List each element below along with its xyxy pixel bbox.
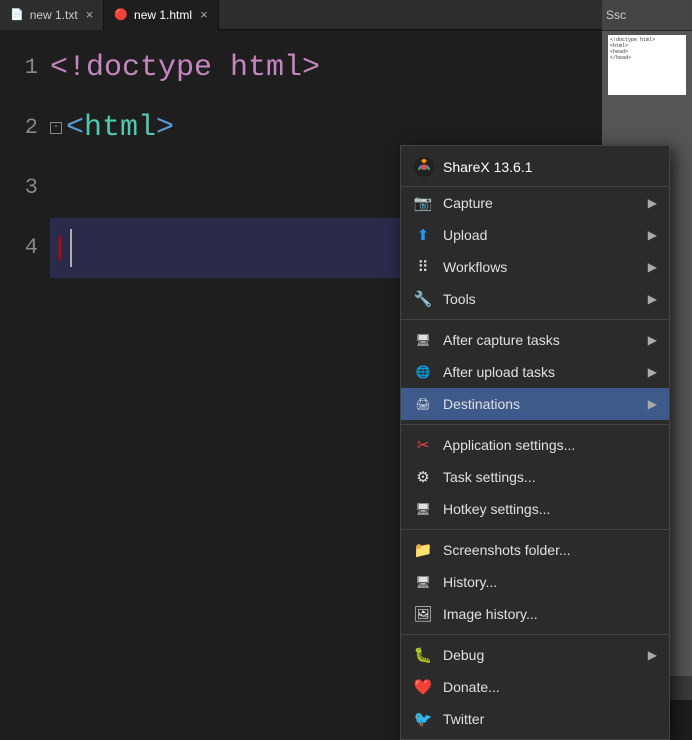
separator-4 [401,634,669,635]
twitter-label: Twitter [443,711,657,727]
menu-item-app-settings[interactable]: ✂ Application settings... [401,429,669,461]
tab-bar: 📄 new 1.txt × 🔴 new 1.html × [0,0,692,30]
menu-item-image-history[interactable]: 🖼 Image history... [401,598,669,630]
menu-item-tools[interactable]: 🔧 Tools ▶ [401,283,669,315]
cursor [70,229,72,267]
separator-1 [401,319,669,320]
separator-3 [401,529,669,530]
menu-header: ShareX 13.6.1 [401,150,669,187]
menu-item-donate[interactable]: ❤️ Donate... [401,671,669,703]
history-label: History... [443,574,657,590]
destinations-icon: 🖨 [413,394,433,414]
task-settings-icon: ⚙ [413,467,433,487]
upload-icon: ⬆ [413,225,433,245]
tab-txt-close[interactable]: × [86,7,94,22]
destinations-label: Destinations [443,396,638,412]
tools-label: Tools [443,291,638,307]
donate-icon: ❤️ [413,677,433,697]
task-settings-label: Task settings... [443,469,657,485]
donate-label: Donate... [443,679,657,695]
sharex-logo-icon [413,156,435,178]
workflows-arrow: ▶ [648,260,657,274]
html-open-bracket: < [66,98,84,158]
tools-arrow: ▶ [648,292,657,306]
after-capture-arrow: ▶ [648,333,657,347]
image-history-icon: 🖼 [413,604,433,624]
line-num-2: 2 [0,98,38,158]
line-numbers: 1 2 3 4 [0,34,50,278]
capture-arrow: ▶ [648,196,657,210]
workflows-icon: ⠿ [413,257,433,277]
menu-item-hotkey-settings[interactable]: 🖥 Hotkey settings... [401,493,669,525]
context-menu: ShareX 13.6.1 📷 Capture ▶ ⬆ Upload ▶ ⠿ W… [400,145,670,740]
html-close-bracket: > [156,98,174,158]
menu-item-workflows[interactable]: ⠿ Workflows ▶ [401,251,669,283]
line4-bracket: | [52,218,68,278]
menu-item-destinations[interactable]: 🖨 Destinations ▶ [401,388,669,420]
menu-title: ShareX 13.6.1 [443,159,533,175]
html-tag-name: html [84,98,156,158]
separator-2 [401,424,669,425]
workflows-label: Workflows [443,259,638,275]
hotkey-settings-label: Hotkey settings... [443,501,657,517]
history-icon: 🖥 [413,572,433,592]
preview-thumbnail: <!doctype html> <html> <head> </head> [608,35,686,95]
debug-label: Debug [443,647,638,663]
menu-item-twitter[interactable]: 🐦 Twitter [401,703,669,735]
collapse-icon-2[interactable]: - [50,122,62,134]
menu-item-upload[interactable]: ⬆ Upload ▶ [401,219,669,251]
after-upload-label: After upload tasks [443,364,638,380]
menu-item-capture[interactable]: 📷 Capture ▶ [401,187,669,219]
menu-item-task-settings[interactable]: ⚙ Task settings... [401,461,669,493]
menu-item-debug[interactable]: 🐛 Debug ▶ [401,639,669,671]
debug-arrow: ▶ [648,648,657,662]
menu-item-history[interactable]: 🖥 History... [401,566,669,598]
upload-label: Upload [443,227,638,243]
twitter-icon: 🐦 [413,709,433,729]
code-line-1: <!doctype html> [50,38,692,98]
txt-file-icon: 📄 [10,8,24,21]
after-upload-icon: 🌐 [413,362,433,382]
line-num-3: 3 [0,158,38,218]
menu-item-after-upload[interactable]: 🌐 After upload tasks ▶ [401,356,669,388]
menu-item-after-capture[interactable]: 🖥 After capture tasks ▶ [401,324,669,356]
destinations-arrow: ▶ [648,397,657,411]
debug-icon: 🐛 [413,645,433,665]
hotkey-settings-icon: 🖥 [413,499,433,519]
image-history-label: Image history... [443,606,657,622]
preview-content: <!doctype html> <html> <head> </head> [608,35,686,63]
tab-txt-label: new 1.txt [30,8,78,22]
tab-txt[interactable]: 📄 new 1.txt × [0,0,104,30]
doctype-tag: <!doctype html> [50,38,320,98]
html-file-icon: 🔴 [114,8,128,21]
after-upload-arrow: ▶ [648,365,657,379]
capture-label: Capture [443,195,638,211]
upload-arrow: ▶ [648,228,657,242]
line-num-1: 1 [0,38,38,98]
app-settings-icon: ✂ [413,435,433,455]
after-capture-icon: 🖥 [413,330,433,350]
tools-icon: 🔧 [413,289,433,309]
line-num-4: 4 [0,218,38,278]
screenshots-folder-label: Screenshots folder... [443,542,657,558]
tab-html-close[interactable]: × [200,7,208,22]
screenshots-folder-icon: 📁 [413,540,433,560]
right-header: Ssc [602,0,692,31]
app-settings-label: Application settings... [443,437,657,453]
capture-icon: 📷 [413,193,433,213]
menu-item-screenshots-folder[interactable]: 📁 Screenshots folder... [401,534,669,566]
tab-html-label: new 1.html [134,8,192,22]
tab-html[interactable]: 🔴 new 1.html × [104,0,218,30]
after-capture-label: After capture tasks [443,332,638,348]
